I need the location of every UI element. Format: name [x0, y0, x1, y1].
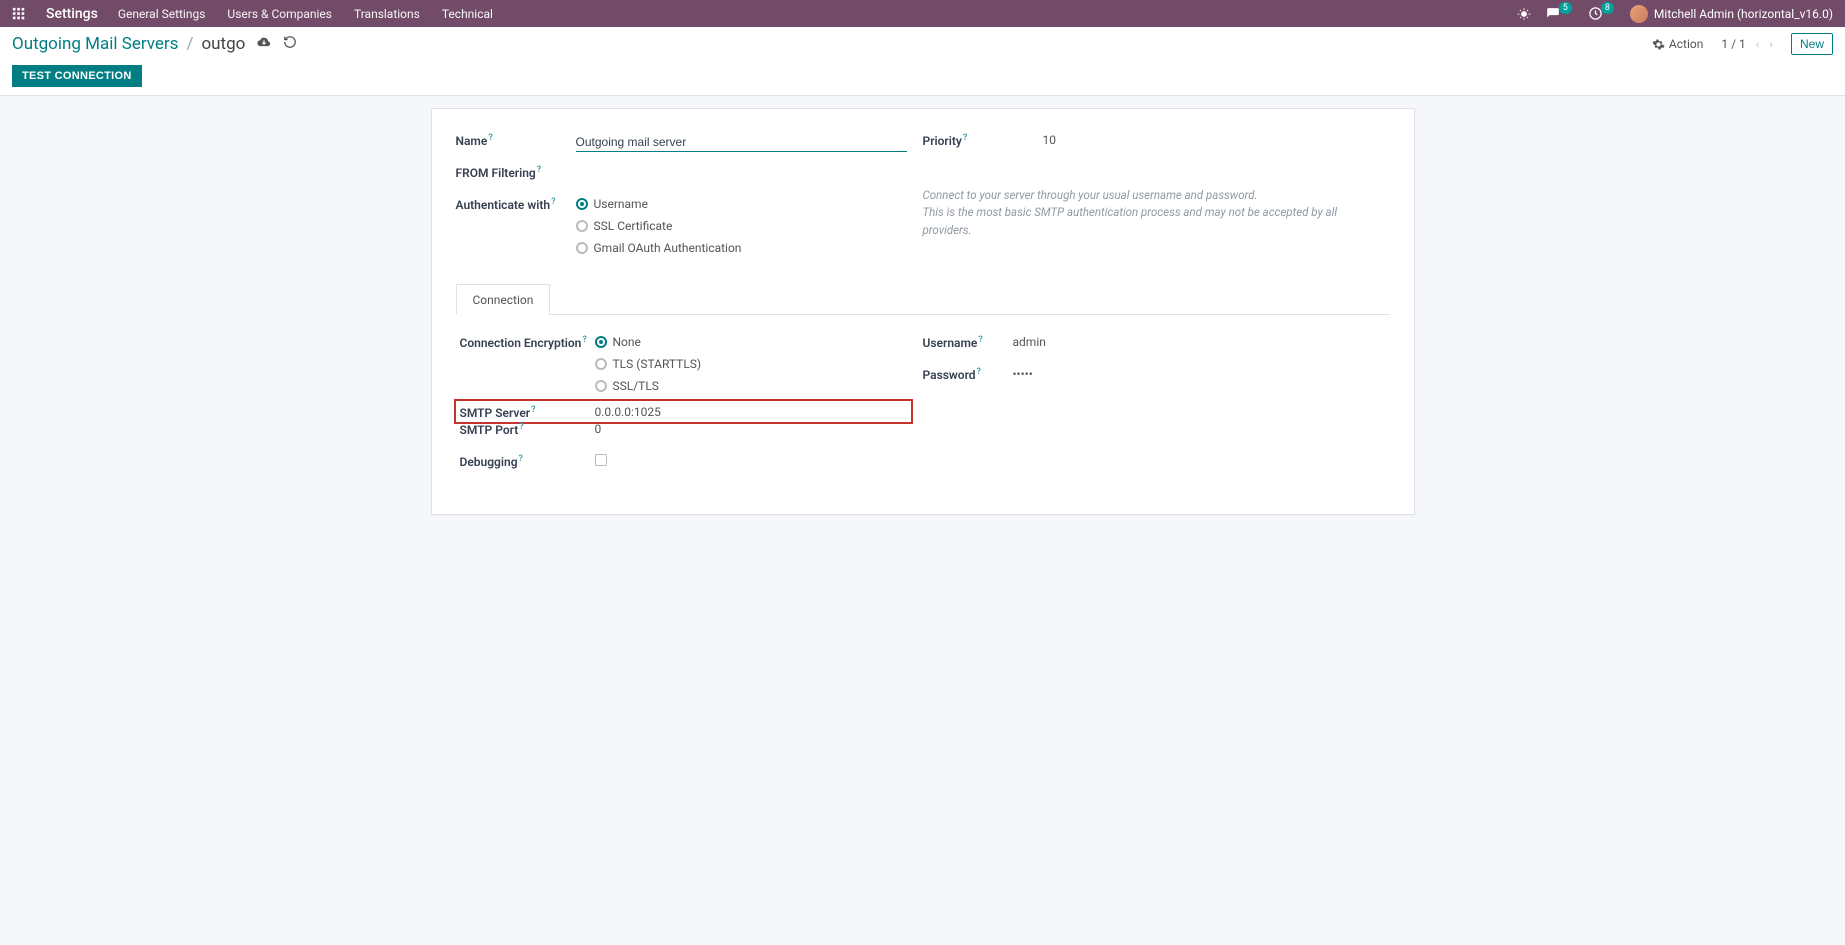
username-value[interactable]: admin [1013, 333, 1370, 349]
action-menu[interactable]: Action [1652, 37, 1703, 51]
breadcrumb-sep: / [186, 34, 193, 54]
form-sheet: Name? FROM Filtering? Authenticate with?… [431, 108, 1415, 515]
pager-prev-icon[interactable]: ‹ [1756, 37, 1760, 51]
help-icon[interactable]: ? [582, 335, 586, 345]
smtp-port-value[interactable]: 0 [595, 420, 907, 436]
avatar [1630, 5, 1648, 23]
nav-item-general[interactable]: General Settings [118, 7, 206, 21]
tabs: Connection [456, 283, 1390, 315]
help-icon[interactable]: ? [537, 165, 541, 175]
nav-item-technical[interactable]: Technical [442, 7, 493, 21]
priority-label: Priority? [923, 131, 1043, 148]
from-filtering-label: FROM Filtering? [456, 163, 576, 180]
help-icon[interactable]: ? [963, 133, 967, 143]
help-icon[interactable]: ? [531, 405, 535, 415]
pager: 1 / 1 ‹ › [1721, 37, 1773, 51]
username-label: Username? [923, 333, 1013, 350]
auth-option-ssl-cert[interactable]: SSL Certificate [576, 219, 907, 233]
top-navbar: Settings General Settings Users & Compan… [0, 0, 1845, 27]
pager-next-icon[interactable]: › [1769, 37, 1773, 51]
tab-connection[interactable]: Connection [456, 284, 551, 315]
breadcrumb-row: Outgoing Mail Servers / outgo Action 1 /… [12, 33, 1833, 55]
user-menu[interactable]: Mitchell Admin (horizontal_v16.0) [1630, 5, 1833, 23]
name-label: Name? [456, 131, 576, 148]
nav-item-translations[interactable]: Translations [354, 7, 420, 21]
nav-item-users[interactable]: Users & Companies [227, 7, 332, 21]
auth-radio-group: Username SSL Certificate Gmail OAuth Aut… [576, 195, 907, 255]
new-button[interactable]: New [1791, 33, 1833, 55]
enc-option-none[interactable]: None [595, 335, 907, 349]
nav-menu: General Settings Users & Companies Trans… [118, 7, 493, 21]
auth-option-username[interactable]: Username [576, 197, 907, 211]
authenticate-label: Authenticate with? [456, 195, 576, 212]
debugging-label: Debugging? [460, 452, 595, 469]
auth-note: Connect to your server through your usua… [923, 185, 1374, 239]
activities-badge: 8 [1601, 2, 1614, 14]
help-icon[interactable]: ? [978, 335, 982, 345]
breadcrumb-root[interactable]: Outgoing Mail Servers [12, 34, 178, 54]
test-connection-button[interactable]: TEST CONNECTION [12, 65, 142, 87]
radio-icon [595, 358, 607, 370]
smtp-server-label: SMTP Server? [460, 403, 595, 420]
help-icon[interactable]: ? [519, 422, 523, 432]
activities-indicator[interactable]: 8 [1588, 6, 1616, 21]
enc-option-tls[interactable]: TLS (STARTTLS) [595, 357, 907, 371]
debug-icon[interactable] [1517, 7, 1531, 21]
radio-icon [576, 220, 588, 232]
name-input[interactable] [576, 133, 907, 152]
auth-option-gmail-oauth[interactable]: Gmail OAuth Authentication [576, 241, 907, 255]
password-value[interactable]: ••••• [1013, 365, 1370, 381]
radio-icon [595, 380, 607, 392]
help-icon[interactable]: ? [488, 133, 492, 143]
radio-icon [576, 242, 588, 254]
help-icon[interactable]: ? [519, 454, 523, 464]
smtp-server-value[interactable]: 0.0.0.0:1025 [595, 403, 907, 419]
pager-position: 1 / 1 [1721, 37, 1745, 51]
smtp-port-label: SMTP Port? [460, 420, 595, 437]
debugging-checkbox[interactable] [595, 454, 607, 466]
radio-icon [595, 336, 607, 348]
encryption-label: Connection Encryption? [460, 333, 595, 350]
encryption-radio-group: None TLS (STARTTLS) SSL/TLS [595, 333, 907, 393]
unsaved-icon[interactable] [257, 35, 271, 53]
breadcrumb-current: outgo [201, 34, 245, 54]
password-label: Password? [923, 365, 1013, 382]
action-label: Action [1669, 37, 1703, 51]
user-name: Mitchell Admin (horizontal_v16.0) [1654, 7, 1833, 21]
nav-right: 5 8 Mitchell Admin (horizontal_v16.0) [1517, 5, 1833, 23]
messages-badge: 5 [1559, 2, 1572, 14]
messages-indicator[interactable]: 5 [1545, 7, 1574, 21]
control-bar: Outgoing Mail Servers / outgo Action 1 /… [0, 27, 1845, 96]
priority-value[interactable]: 10 [1043, 131, 1374, 147]
enc-option-ssl[interactable]: SSL/TLS [595, 379, 907, 393]
app-name[interactable]: Settings [46, 6, 98, 22]
apps-icon[interactable] [12, 7, 26, 21]
help-icon[interactable]: ? [551, 197, 555, 207]
discard-icon[interactable] [283, 35, 297, 53]
radio-icon [576, 198, 588, 210]
help-icon[interactable]: ? [977, 367, 981, 377]
